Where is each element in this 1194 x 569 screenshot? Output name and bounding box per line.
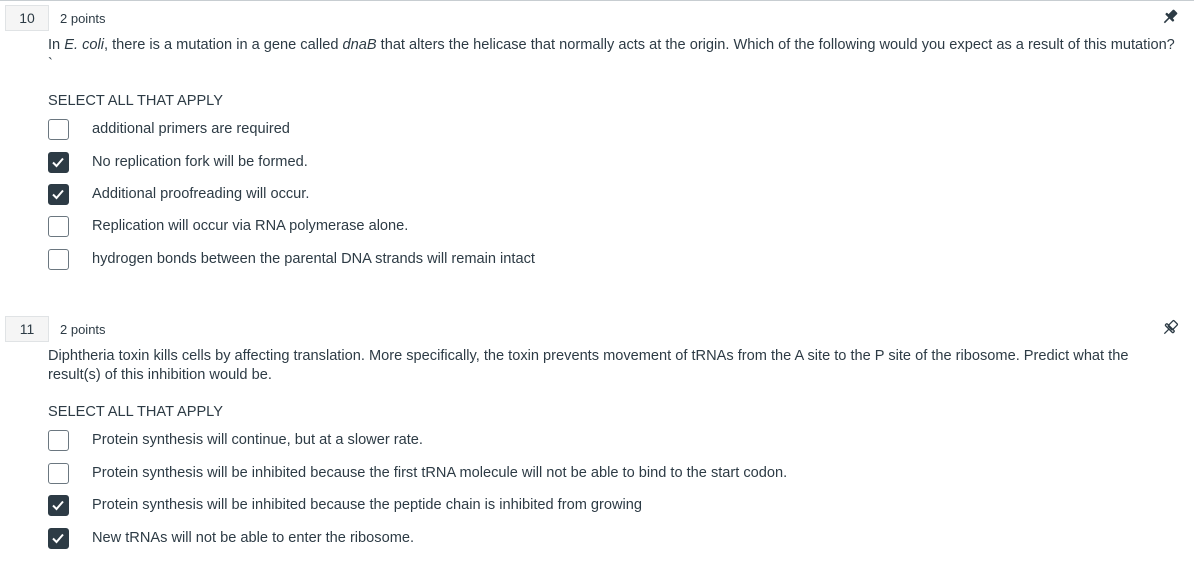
option-label: Protein synthesis will continue, but at …	[92, 432, 423, 448]
option-label: Additional proofreading will occur.	[92, 186, 310, 202]
option-label: Protein synthesis will be inhibited beca…	[92, 497, 643, 513]
option-label: hydrogen bonds between the parental DNA …	[92, 251, 535, 267]
answer-option[interactable]: No replication fork will be formed.	[48, 152, 948, 176]
question-text: Diphtheria toxin kills cells by affectin…	[48, 348, 1129, 383]
checkbox[interactable]	[48, 463, 69, 484]
option-label: No replication fork will be formed.	[92, 154, 308, 170]
question-points: 2 points	[60, 322, 106, 337]
question-number: 11	[5, 316, 49, 342]
checkbox-checked[interactable]	[48, 152, 69, 173]
checkbox-checked[interactable]	[48, 495, 69, 516]
checkbox[interactable]	[48, 216, 69, 237]
answer-option[interactable]: Protein synthesis will be inhibited beca…	[48, 463, 948, 487]
question-text: In E. coli, there is a mutation in a gen…	[48, 37, 1175, 72]
answer-option[interactable]: Additional proofreading will occur.	[48, 184, 948, 208]
checkbox[interactable]	[48, 430, 69, 451]
select-all-instruction: SELECT ALL THAT APPLY	[48, 404, 223, 420]
question-10: 10 2 points In E. coli, there is a mutat…	[0, 1, 1194, 270]
checkmark-icon	[52, 157, 64, 168]
answer-option[interactable]: New tRNAs will not be able to enter the …	[48, 528, 948, 552]
answer-option[interactable]: Protein synthesis will be inhibited beca…	[48, 495, 948, 519]
answer-option[interactable]: Protein synthesis will continue, but at …	[48, 430, 948, 454]
question-11: 11 2 points Diphtheria toxin kills cells…	[0, 312, 1194, 549]
checkbox-checked[interactable]	[48, 528, 69, 549]
option-label: New tRNAs will not be able to enter the …	[92, 530, 415, 546]
answer-option[interactable]: Replication will occur via RNA polymeras…	[48, 216, 948, 240]
option-label: additional primers are required	[92, 121, 290, 137]
checkbox[interactable]	[48, 249, 69, 270]
checkmark-icon	[52, 189, 64, 200]
answer-option[interactable]: hydrogen bonds between the parental DNA …	[48, 249, 948, 273]
select-all-instruction: SELECT ALL THAT APPLY	[48, 93, 223, 109]
answer-option[interactable]: additional primers are required	[48, 119, 948, 143]
option-label: Replication will occur via RNA polymeras…	[92, 218, 409, 234]
question-header: 11 2 points	[0, 312, 1194, 342]
pin-outline-icon[interactable]	[1160, 318, 1180, 338]
option-label: Protein synthesis will be inhibited beca…	[92, 465, 788, 481]
checkbox-checked[interactable]	[48, 184, 69, 205]
question-number: 10	[5, 5, 49, 31]
checkbox[interactable]	[48, 119, 69, 140]
question-points: 2 points	[60, 11, 106, 26]
question-header: 10 2 points	[0, 1, 1194, 31]
checkmark-icon	[52, 533, 64, 544]
checkmark-icon	[52, 500, 64, 511]
pin-filled-icon[interactable]	[1160, 7, 1180, 27]
